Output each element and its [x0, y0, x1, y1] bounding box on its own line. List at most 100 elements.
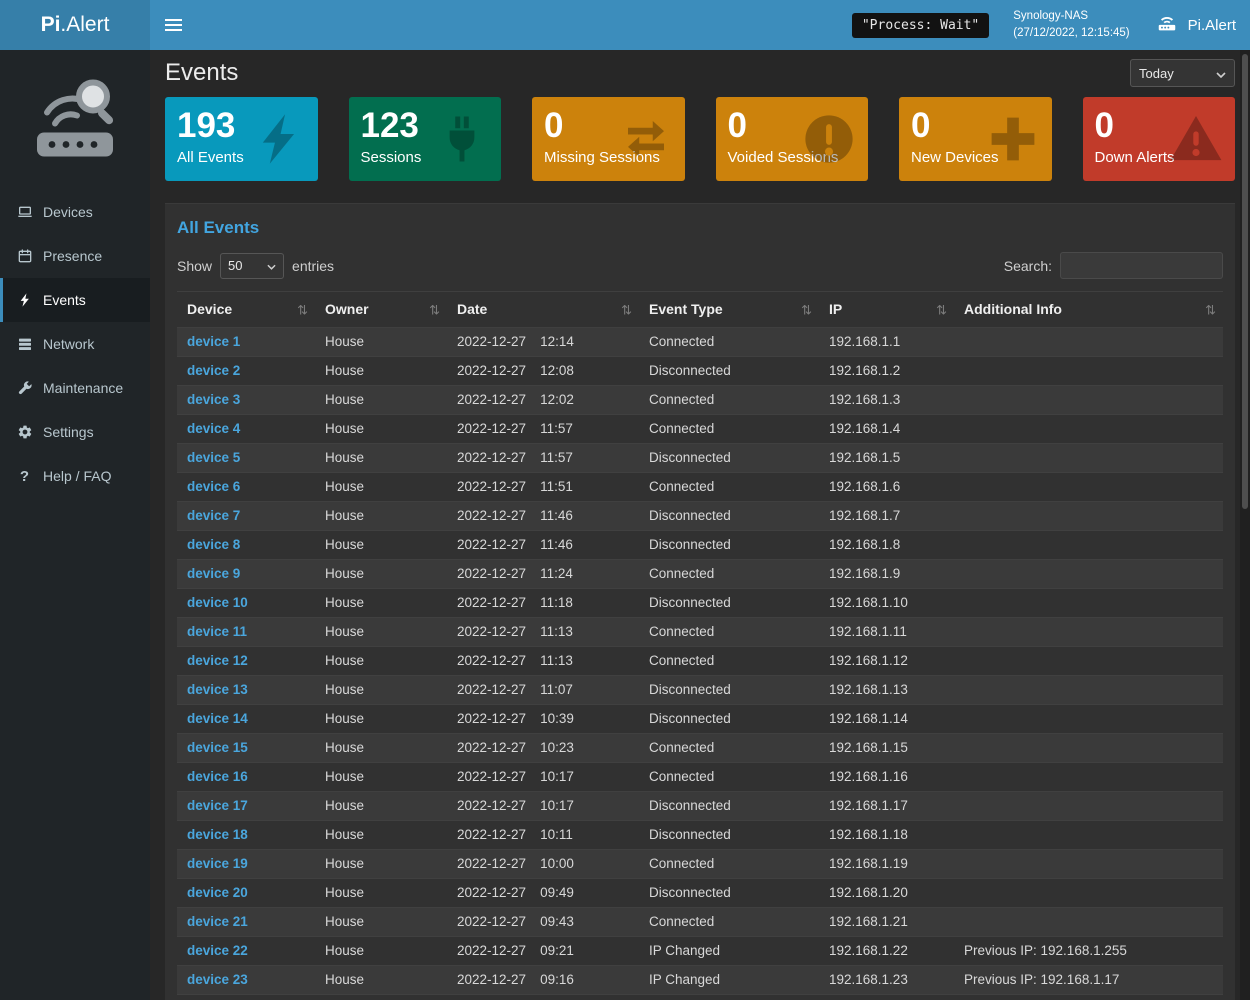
- device-cell: device 7: [177, 502, 315, 531]
- device-link[interactable]: device 10: [187, 595, 248, 610]
- table-row: device 18House2022-12-2710:11Disconnecte…: [177, 821, 1223, 850]
- date-cell: 2022-12-2710:17: [447, 792, 639, 821]
- summary-card-missing-sessions[interactable]: 0Missing Sessions: [532, 97, 685, 181]
- column-header-additional-info[interactable]: Additional Info⇅: [954, 292, 1223, 328]
- info-cell: Previous IP: 192.168.1.255: [954, 937, 1223, 966]
- device-link[interactable]: device 5: [187, 450, 240, 465]
- search-input[interactable]: [1060, 252, 1223, 279]
- info-cell: [954, 444, 1223, 473]
- column-header-ip[interactable]: IP⇅: [819, 292, 954, 328]
- page-length-value: 50: [228, 258, 242, 273]
- device-link[interactable]: device 19: [187, 856, 248, 871]
- summary-card-voided-sessions[interactable]: 0Voided Sessions: [716, 97, 869, 181]
- ip-cell: 192.168.1.18: [819, 821, 954, 850]
- device-cell: device 2: [177, 357, 315, 386]
- period-select[interactable]: Today: [1130, 59, 1235, 87]
- ip-cell: 192.168.1.13: [819, 676, 954, 705]
- event-type-cell: Connected: [639, 415, 819, 444]
- date-cell: 2022-12-2710:00: [447, 850, 639, 879]
- date-cell: 2022-12-2711:46: [447, 502, 639, 531]
- device-link[interactable]: device 2: [187, 363, 240, 378]
- device-link[interactable]: device 12: [187, 653, 248, 668]
- column-header-date[interactable]: Date⇅: [447, 292, 639, 328]
- device-link[interactable]: device 11: [187, 624, 247, 639]
- device-cell: device 3: [177, 386, 315, 415]
- event-type-cell: Disconnected: [639, 444, 819, 473]
- ip-cell: 192.168.1.9: [819, 560, 954, 589]
- sidebar-item-devices[interactable]: Devices: [0, 190, 150, 234]
- sort-icon: ⇅: [297, 301, 308, 318]
- owner-cell: House: [315, 502, 447, 531]
- owner-cell: House: [315, 618, 447, 647]
- device-link[interactable]: device 23: [187, 972, 248, 987]
- device-cell: device 6: [177, 473, 315, 502]
- sidebar-item-settings[interactable]: Settings: [0, 410, 150, 454]
- topbar: Pi.Alert "Process: Wait" Synology-NAS (2…: [0, 0, 1250, 50]
- event-type-cell: Connected: [639, 908, 819, 937]
- sidebar-item-maintenance[interactable]: Maintenance: [0, 366, 150, 410]
- sidebar-item-events[interactable]: Events: [0, 278, 150, 322]
- info-cell: [954, 879, 1223, 908]
- device-link[interactable]: device 21: [187, 914, 248, 929]
- device-link[interactable]: device 13: [187, 682, 248, 697]
- sidebar-item-help-faq[interactable]: ?Help / FAQ: [0, 454, 150, 498]
- column-header-event-type[interactable]: Event Type⇅: [639, 292, 819, 328]
- device-link[interactable]: device 9: [187, 566, 240, 581]
- summary-card-new-devices[interactable]: 0New Devices: [899, 97, 1052, 181]
- info-cell: [954, 705, 1223, 734]
- events-panel: All Events Show 50 entries Search:: [165, 203, 1235, 1000]
- owner-cell: House: [315, 386, 447, 415]
- device-cell: device 16: [177, 763, 315, 792]
- column-header-device[interactable]: Device⇅: [177, 292, 315, 328]
- column-header-owner[interactable]: Owner⇅: [315, 292, 447, 328]
- sidebar-toggle-button[interactable]: [150, 0, 196, 50]
- device-link[interactable]: device 4: [187, 421, 240, 436]
- device-cell: device 21: [177, 908, 315, 937]
- scrollbar-thumb[interactable]: [1242, 54, 1248, 509]
- device-link[interactable]: device 17: [187, 798, 248, 813]
- device-link[interactable]: device 1: [187, 334, 240, 349]
- page-length-control: Show 50 entries: [177, 253, 334, 279]
- table-row: device 19House2022-12-2710:00Connected19…: [177, 850, 1223, 879]
- page-scrollbar[interactable]: [1240, 50, 1250, 1000]
- calendar-icon: [16, 248, 33, 265]
- brand-logo[interactable]: Pi.Alert: [0, 0, 150, 50]
- table-row: device 1House2022-12-2712:14Connected192…: [177, 328, 1223, 357]
- device-link[interactable]: device 6: [187, 479, 240, 494]
- event-type-cell: Disconnected: [639, 821, 819, 850]
- summary-card-down-alerts[interactable]: 0Down Alerts: [1083, 97, 1236, 181]
- wrench-icon: [16, 380, 33, 397]
- summary-card-sessions[interactable]: 123Sessions: [349, 97, 502, 181]
- period-select-value: Today: [1139, 66, 1174, 81]
- device-link[interactable]: device 18: [187, 827, 248, 842]
- sidebar-item-label: Network: [43, 336, 94, 352]
- date-cell: 2022-12-2712:02: [447, 386, 639, 415]
- device-link[interactable]: device 14: [187, 711, 248, 726]
- summary-card-all-events[interactable]: 193All Events: [165, 97, 318, 181]
- owner-cell: House: [315, 473, 447, 502]
- device-link[interactable]: device 7: [187, 508, 240, 523]
- device-cell: device 23: [177, 966, 315, 995]
- device-link[interactable]: device 3: [187, 392, 240, 407]
- sidebar-item-presence[interactable]: Presence: [0, 234, 150, 278]
- info-cell: [954, 560, 1223, 589]
- device-cell: device 20: [177, 879, 315, 908]
- device-cell: device 13: [177, 676, 315, 705]
- date-cell: 2022-12-2711:57: [447, 415, 639, 444]
- device-link[interactable]: device 22: [187, 943, 248, 958]
- table-row: device 17House2022-12-2710:17Disconnecte…: [177, 792, 1223, 821]
- owner-cell: House: [315, 531, 447, 560]
- device-link[interactable]: device 15: [187, 740, 248, 755]
- question-icon: ?: [16, 468, 33, 485]
- device-link[interactable]: device 8: [187, 537, 240, 552]
- date-cell: 2022-12-2711:51: [447, 473, 639, 502]
- table-row: device 15House2022-12-2710:23Connected19…: [177, 734, 1223, 763]
- sidebar-item-network[interactable]: Network: [0, 322, 150, 366]
- owner-cell: House: [315, 444, 447, 473]
- device-link[interactable]: device 20: [187, 885, 248, 900]
- topbar-app-link[interactable]: Pi.Alert: [1154, 12, 1236, 38]
- device-link[interactable]: device 16: [187, 769, 248, 784]
- topbar-app-name: Pi.Alert: [1188, 17, 1236, 34]
- network-icon: [16, 336, 33, 353]
- page-length-select[interactable]: 50: [220, 253, 284, 279]
